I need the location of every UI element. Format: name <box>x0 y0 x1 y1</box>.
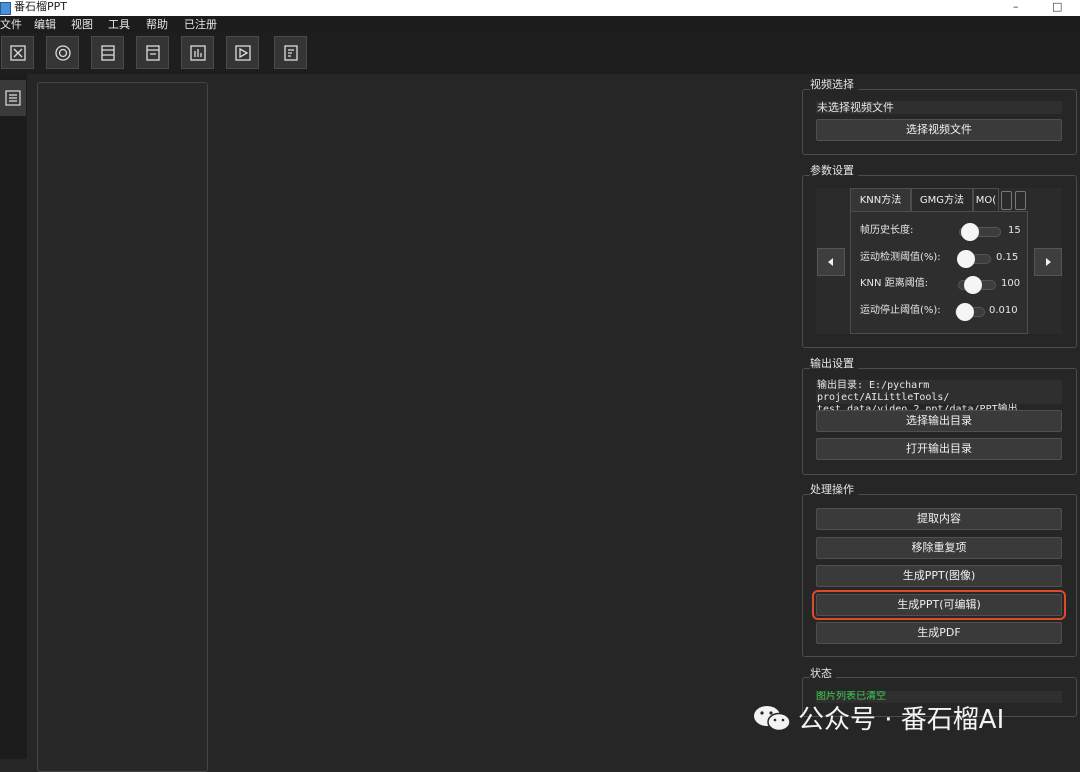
status-group-title: 状态 <box>810 667 836 680</box>
minimize-button[interactable]: – <box>1013 0 1019 14</box>
menu-edit[interactable]: 编辑 <box>34 16 56 33</box>
watermark: 公众号 · 番石榴AI <box>752 699 1004 736</box>
history-length-value: 15 <box>1008 225 1021 236</box>
motion-threshold-value: 0.15 <box>996 252 1019 263</box>
select-video-button[interactable]: 选择视频文件 <box>816 119 1062 141</box>
motion-stop-value: 0.010 <box>989 305 1018 316</box>
motion-threshold-label: 运动检测阈值(%): <box>860 252 941 263</box>
app-icon <box>0 2 11 15</box>
title-bar: 番石榴PPT – □ <box>0 0 1080 16</box>
output-group-title: 输出设置 <box>810 357 858 370</box>
tab-scroll-right[interactable] <box>1015 191 1026 210</box>
window-title: 番石榴PPT <box>14 0 67 13</box>
history-length-label: 帧历史长度: <box>860 225 914 236</box>
output-dir-line-1: 输出目录: E:/pycharm project/AILittleTools/ <box>817 380 950 403</box>
chart-icon[interactable] <box>181 36 214 69</box>
menu-view[interactable]: 视图 <box>71 16 93 33</box>
knn-tab-page: 帧历史长度: 15 运动检测阈值(%): 0.15 KNN 距离阈值: 100 … <box>850 211 1028 334</box>
thumbnail-list[interactable] <box>37 82 208 772</box>
select-output-dir-button[interactable]: 选择输出目录 <box>816 410 1062 432</box>
motion-stop-label: 运动停止阈值(%): <box>860 305 941 316</box>
target-icon[interactable] <box>46 36 79 69</box>
motion-stop-knob[interactable] <box>956 303 974 321</box>
generate-editable-ppt-button[interactable]: 生成PPT(可编辑) <box>812 590 1066 620</box>
tab-mog[interactable]: MO( <box>973 188 999 211</box>
wechat-icon <box>754 705 791 731</box>
remove-duplicates-button[interactable]: 移除重复项 <box>816 537 1062 559</box>
video-group-title: 视频选择 <box>810 78 858 91</box>
extract-content-button[interactable]: 提取内容 <box>816 508 1062 530</box>
play-icon[interactable] <box>226 36 259 69</box>
tab-knn[interactable]: KNN方法 <box>850 188 911 211</box>
close-box-icon[interactable] <box>1 36 34 69</box>
left-dock <box>0 74 27 759</box>
actions-group-title: 处理操作 <box>810 483 858 496</box>
menu-bar: 文件 编辑 视图 工具 帮助 已注册 <box>0 16 1080 33</box>
motion-threshold-knob[interactable] <box>957 250 975 268</box>
method-tabs: KNN方法 GMG方法 MO( 帧历史长度: 15 运动检测阈值(%): 0.1… <box>850 188 1028 334</box>
menu-tools[interactable]: 工具 <box>108 16 130 33</box>
tab-gmg[interactable]: GMG方法 <box>911 188 973 211</box>
video-file-label: 未选择视频文件 <box>816 101 1062 114</box>
panel-icon[interactable] <box>91 36 124 69</box>
knn-distance-value: 100 <box>1001 278 1021 289</box>
knn-distance-knob[interactable] <box>964 276 982 294</box>
prev-arrow-icon[interactable] <box>817 248 845 276</box>
menu-file[interactable]: 文件 <box>0 16 22 33</box>
next-arrow-icon[interactable] <box>1034 248 1062 276</box>
window-icon[interactable] <box>136 36 169 69</box>
knn-distance-label: KNN 距离阈值: <box>860 278 929 289</box>
generate-image-ppt-button[interactable]: 生成PPT(图像) <box>816 565 1062 587</box>
history-length-knob[interactable] <box>961 223 979 241</box>
generate-pdf-button[interactable]: 生成PDF <box>816 622 1062 644</box>
output-dir-label: 输出目录: E:/pycharm project/AILittleTools/ … <box>816 380 1062 415</box>
toolbar <box>0 33 1080 74</box>
document-icon[interactable] <box>274 36 307 69</box>
maximize-button[interactable]: □ <box>1052 0 1062 14</box>
list-icon[interactable] <box>0 80 26 116</box>
watermark-text: 公众号 · 番石榴AI <box>798 705 1005 735</box>
open-output-dir-button[interactable]: 打开输出目录 <box>816 438 1062 460</box>
menu-registered[interactable]: 已注册 <box>184 16 217 33</box>
tab-scroll-left[interactable] <box>1001 191 1012 210</box>
params-group-title: 参数设置 <box>810 164 858 177</box>
menu-help[interactable]: 帮助 <box>146 16 168 33</box>
